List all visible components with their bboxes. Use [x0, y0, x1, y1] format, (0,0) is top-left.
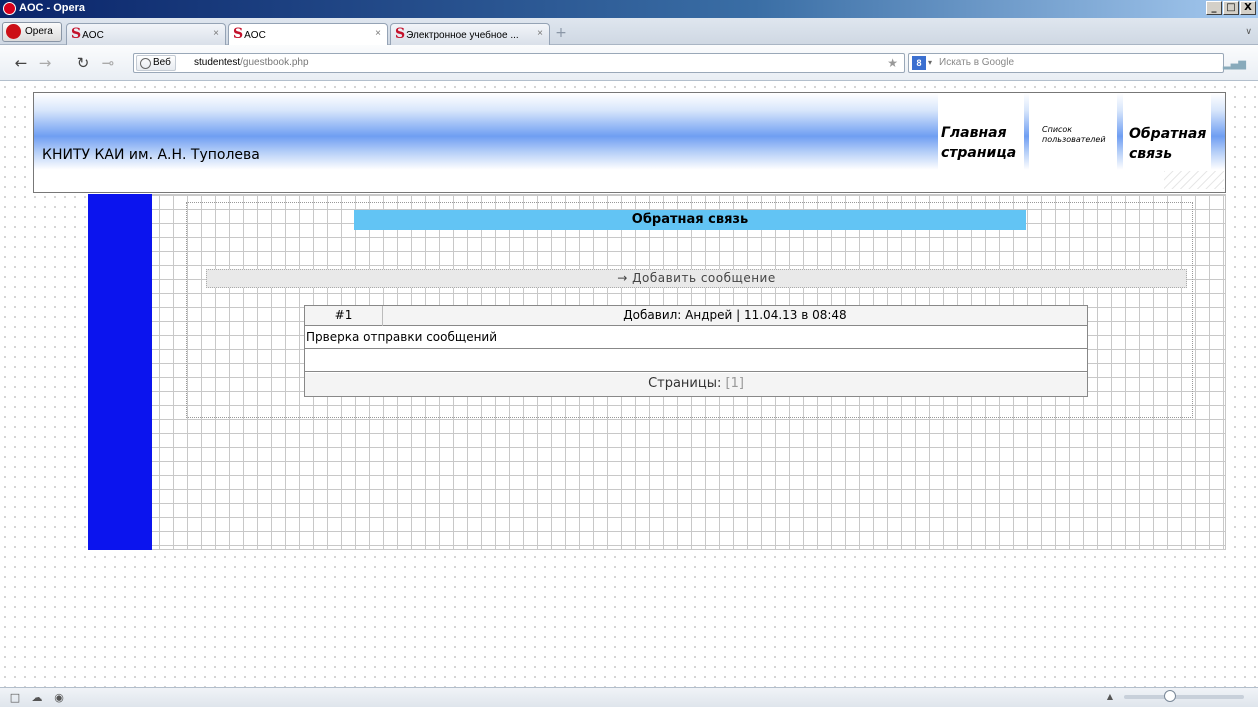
tab-close-icon[interactable]: × — [375, 24, 381, 44]
url-path: /guestbook.php — [240, 57, 309, 68]
site-favicon-icon: S — [71, 26, 82, 42]
speed-dial-icon[interactable]: ◉ — [52, 691, 66, 704]
message-header: #1 Добавил: Андрей | 11.04.13 в 08:48 — [305, 306, 1087, 326]
add-message-link[interactable]: → Добавить сообщение — [206, 269, 1187, 288]
tab-bar: Opera SAOC × SAOC × SЭлектронное учебное… — [0, 18, 1258, 46]
tab-label: Электронное учебное ... — [406, 30, 519, 41]
search-engine-dropdown-icon[interactable]: ▾ — [928, 54, 932, 72]
new-tab-icon[interactable]: + — [553, 26, 569, 42]
left-sidebar — [88, 194, 152, 550]
tab-close-icon[interactable]: × — [213, 24, 219, 44]
key-icon[interactable]: ⊸ — [99, 54, 117, 72]
google-icon: 8 — [912, 56, 926, 70]
message-number: #1 — [305, 306, 383, 326]
web-badge[interactable]: Веб — [136, 55, 176, 71]
status-bar: □ ☁ ◉ ▲ — [0, 687, 1258, 707]
window-controls: _ □ X — [1206, 1, 1256, 15]
tab-aoc-1[interactable]: SAOC × — [66, 23, 226, 45]
page-link-1[interactable]: [1] — [726, 376, 744, 391]
tab-menu-chevron-icon[interactable]: ∨ — [1245, 27, 1252, 37]
message-text: Прверка отправки сообщений — [305, 327, 1087, 349]
maximize-button[interactable]: □ — [1223, 1, 1239, 15]
site-title: КНИТУ КАИ им. А.Н. Туполева — [42, 147, 260, 163]
message-meta: Добавил: Андрей | 11.04.13 в 08:48 — [623, 308, 847, 322]
reload-icon[interactable]: ↻ — [74, 54, 92, 72]
nav-users-link[interactable]: Список пользователей — [1029, 93, 1117, 189]
site-favicon-icon: S — [233, 26, 244, 42]
site-header: КНИТУ КАИ им. А.Н. Туполева Главная стра… — [33, 92, 1226, 193]
tab-aoc-2[interactable]: SAOC × — [228, 23, 388, 46]
zoom-up-arrow-icon[interactable]: ▲ — [1107, 692, 1113, 701]
search-field[interactable]: 8 ▾ Искать в Google — [908, 53, 1224, 73]
message-spacer — [305, 350, 1087, 372]
window-title-bar: AOC - Opera _ □ X — [0, 0, 1258, 18]
tab-close-icon[interactable]: × — [537, 24, 543, 44]
signal-bars-icon: ▂▄▆ — [1222, 59, 1246, 70]
opera-menu-label: Opera — [25, 26, 53, 37]
bookmark-star-icon[interactable]: ★ — [887, 54, 898, 72]
url-host: studentest — [194, 57, 241, 68]
opera-o-icon — [6, 24, 21, 39]
forward-arrow-icon[interactable]: → — [36, 54, 54, 72]
back-arrow-icon[interactable]: ← — [12, 54, 30, 72]
turbo-cloud-icon[interactable]: ☁ — [30, 691, 44, 704]
address-bar[interactable]: Веб studentest/guestbook.php ★ — [133, 53, 905, 73]
zoom-slider-handle[interactable] — [1164, 690, 1176, 702]
section-title: Обратная связь — [354, 210, 1026, 230]
window-title: AOC - Opera — [19, 2, 86, 14]
address-url[interactable]: studentest/guestbook.php — [194, 54, 309, 72]
tab-uchebnoe[interactable]: SЭлектронное учебное ... × — [390, 23, 550, 45]
message-table: #1 Добавил: Андрей | 11.04.13 в 08:48 Пр… — [304, 305, 1088, 397]
panel-toggle-icon[interactable]: □ — [8, 691, 22, 704]
navigation-bar: ← → ↻ ⊸ Веб studentest/guestbook.php ★ 8… — [0, 45, 1258, 81]
opera-logo-icon — [3, 2, 16, 15]
page-viewport: КНИТУ КАИ им. А.Н. Туполева Главная стра… — [0, 82, 1258, 687]
minimize-button[interactable]: _ — [1206, 1, 1222, 15]
pagination: Страницы: [1] — [305, 373, 1087, 396]
site-favicon-icon: S — [395, 26, 406, 42]
tab-label: AOC — [82, 30, 104, 41]
zoom-slider[interactable] — [1124, 690, 1244, 702]
opera-menu-button[interactable]: Opera — [2, 22, 62, 42]
pages-label: Страницы: — [648, 376, 722, 391]
nav-home-link[interactable]: Главная страница — [938, 93, 1024, 189]
close-button[interactable]: X — [1240, 1, 1256, 15]
search-placeholder: Искать в Google — [939, 57, 1015, 68]
tab-label: AOC — [244, 30, 266, 41]
header-decoration — [1164, 171, 1224, 189]
